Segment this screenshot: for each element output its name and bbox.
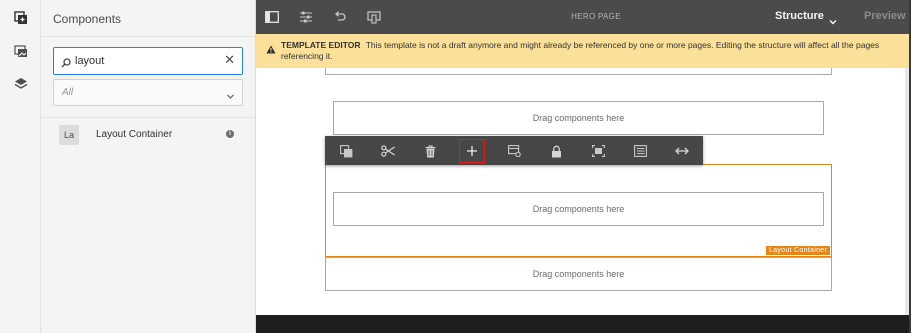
properties-icon[interactable] xyxy=(631,142,649,160)
component-abbreviation: La xyxy=(59,125,79,145)
drop-zone-label: Drag components here xyxy=(532,113,625,123)
drop-zone-label: Drag components here xyxy=(532,269,625,279)
search-field[interactable]: ✕ xyxy=(53,47,243,75)
info-icon[interactable]: i xyxy=(226,130,234,138)
page-canvas: Drag components here Drag components her… xyxy=(256,68,911,333)
banner-heading: TEMPLATE EDITOR xyxy=(281,40,361,50)
banner-message: TEMPLATE EDITOR This template is not a d… xyxy=(281,40,896,62)
divider xyxy=(41,36,255,37)
chevron-down-icon[interactable] xyxy=(829,13,837,31)
page-information-icon[interactable] xyxy=(298,9,314,25)
drop-zone-label: Drag components here xyxy=(532,204,625,214)
drop-zone[interactable]: Drag components here xyxy=(333,192,824,226)
search-icon xyxy=(61,55,71,73)
page-name: HERO PAGE xyxy=(571,12,621,21)
chevron-down-icon xyxy=(226,88,235,106)
template-warning-banner: TEMPLATE EDITOR This template is not a d… xyxy=(256,34,911,68)
banner-text: This template is not a draft anymore and… xyxy=(281,40,880,61)
component-name: Layout Container xyxy=(96,129,173,140)
delete-icon[interactable] xyxy=(421,142,439,160)
component-placeholder[interactable] xyxy=(325,68,832,75)
panel-title: Components xyxy=(53,12,122,26)
undo-icon[interactable] xyxy=(332,9,348,25)
alert-icon xyxy=(266,41,276,59)
emulator-icon[interactable] xyxy=(366,9,382,25)
divider xyxy=(41,117,255,118)
search-input[interactable] xyxy=(75,52,215,70)
resize-icon[interactable] xyxy=(673,142,691,160)
component-tag: Layout Container xyxy=(766,246,831,255)
preview-button[interactable]: Preview xyxy=(864,10,906,22)
insert-component-icon[interactable] xyxy=(463,142,481,160)
components-panel: Components ✕ All La Layout Container i xyxy=(41,0,256,333)
mode-selector[interactable]: Structure xyxy=(775,10,824,22)
clear-search-icon[interactable]: ✕ xyxy=(224,52,235,68)
select-value: All xyxy=(62,87,74,98)
app-window: Components ✕ All La Layout Container i xyxy=(0,0,911,333)
policy-icon[interactable] xyxy=(505,142,523,160)
drop-zone[interactable]: Drag components here xyxy=(325,257,832,291)
assets-icon[interactable] xyxy=(9,39,33,63)
page-footer xyxy=(256,315,911,333)
toggle-side-panel-icon[interactable] xyxy=(264,9,280,25)
component-list-item[interactable]: La Layout Container i xyxy=(41,122,255,148)
lock-icon[interactable] xyxy=(547,142,565,160)
component-toolbar xyxy=(325,136,703,165)
components-icon[interactable] xyxy=(9,6,33,30)
layout-icon[interactable] xyxy=(589,142,607,160)
drop-zone[interactable]: Drag components here xyxy=(333,101,824,135)
component-group-select[interactable]: All xyxy=(53,79,243,106)
parent-icon[interactable] xyxy=(337,142,355,160)
layers-icon[interactable] xyxy=(9,72,33,96)
editor-toolbar: HERO PAGE Structure Preview xyxy=(256,0,911,34)
cut-icon[interactable] xyxy=(379,142,397,160)
side-rail xyxy=(0,0,41,333)
